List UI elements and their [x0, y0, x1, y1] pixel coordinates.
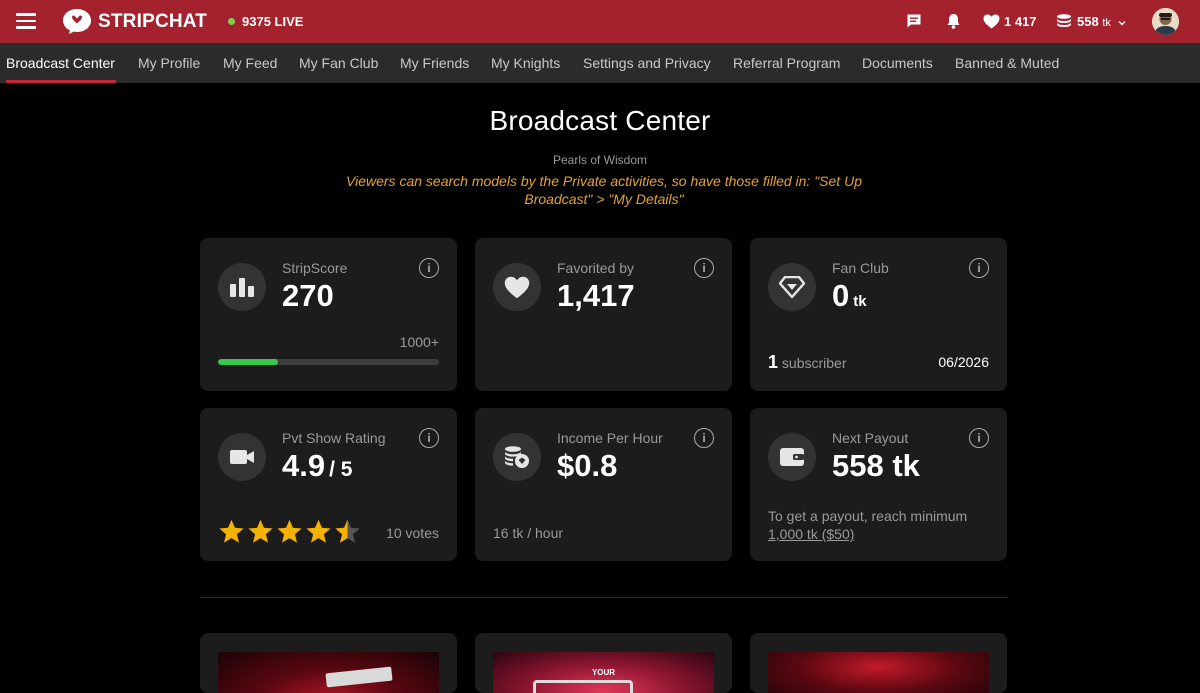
- live-dot-icon: [228, 18, 235, 25]
- avatar-image: [1152, 8, 1179, 35]
- tokens-unit: tk: [1102, 17, 1111, 29]
- video-camera-icon: [218, 433, 266, 481]
- heart-icon: [493, 263, 541, 311]
- promo-image: YOUR: [493, 652, 714, 693]
- fan-club-amount: 0: [832, 278, 850, 313]
- income-value: $0.8: [557, 448, 618, 483]
- stripscore-progress: [218, 359, 439, 365]
- fan-club-subscribers: 1 subscriber: [768, 352, 847, 373]
- stripscore-next-level: 1000+: [399, 334, 439, 350]
- favorited-card: Favorited by 1,417 i: [475, 238, 732, 391]
- tab-my-profile[interactable]: My Profile: [138, 55, 200, 71]
- info-icon[interactable]: i: [969, 258, 989, 278]
- tab-my-fan-club[interactable]: My Fan Club: [299, 55, 378, 71]
- subscriber-count: 1: [768, 352, 779, 372]
- pvt-show-rating-card: Pvt Show Rating 4.9/ 5 i 10 votes: [200, 408, 457, 561]
- logo-icon: [63, 9, 91, 34]
- rating-label: Pvt Show Rating: [282, 430, 386, 446]
- payout-value: 558 tk: [832, 448, 920, 483]
- promo-image: [768, 652, 989, 693]
- rating-votes: 10 votes: [386, 525, 439, 541]
- tab-referral-program[interactable]: Referral Program: [733, 55, 840, 71]
- payout-minimum-link[interactable]: 1,000 tk ($50): [768, 526, 854, 542]
- messages-icon[interactable]: [906, 13, 922, 29]
- fan-club-date: 06/2026: [938, 354, 989, 370]
- stripscore-label: StripScore: [282, 260, 348, 276]
- subscriber-label: subscriber: [781, 355, 847, 371]
- diamond-icon: [768, 263, 816, 311]
- info-icon[interactable]: i: [969, 428, 989, 448]
- wallet-icon: [768, 433, 816, 481]
- income-per-hour-card: Income Per Hour $0.8 i 16 tk / hour: [475, 408, 732, 561]
- favorited-value: 1,417: [557, 278, 635, 313]
- fan-club-label: Fan Club: [832, 260, 889, 276]
- payout-label: Next Payout: [832, 430, 909, 446]
- income-label: Income Per Hour: [557, 430, 663, 446]
- rating-stars: [218, 518, 363, 545]
- tab-settings-and-privacy[interactable]: Settings and Privacy: [583, 55, 711, 71]
- fan-club-card: Fan Club 0 tk i 1 subscriber 06/2026: [750, 238, 1007, 391]
- rating-max: / 5: [329, 458, 353, 481]
- tab-broadcast-center[interactable]: Broadcast Center: [6, 55, 115, 71]
- tokens-balance[interactable]: 558 tk: [1077, 14, 1126, 29]
- half-star-icon: [335, 519, 360, 543]
- page-title: Broadcast Center: [489, 105, 711, 136]
- info-icon[interactable]: i: [419, 258, 439, 278]
- star-icon: [248, 519, 273, 543]
- nav-bar: Broadcast Center My Profile My Feed My F…: [0, 43, 1200, 83]
- logo[interactable]: STRIPCHAT: [62, 8, 207, 35]
- star-icon: [306, 519, 331, 543]
- pearls-of-wisdom-label: Pearls of Wisdom: [552, 153, 648, 167]
- star-icon: [277, 519, 302, 543]
- info-icon[interactable]: i: [694, 428, 714, 448]
- tab-documents[interactable]: Documents: [862, 55, 933, 71]
- promo-card-1[interactable]: [200, 633, 457, 693]
- live-count[interactable]: 9375 LIVE: [228, 14, 303, 29]
- avatar[interactable]: [1152, 8, 1179, 35]
- coins-icon: [493, 433, 541, 481]
- promo-card-3[interactable]: [750, 633, 1007, 693]
- promo-banner-text: YOUR: [591, 668, 616, 677]
- tip-text: Viewers can search models by the Private…: [346, 173, 862, 207]
- active-tab-indicator: [6, 80, 116, 83]
- income-per-hour-tokens: 16 tk / hour: [493, 525, 564, 541]
- fan-club-value: 0 tk: [832, 278, 867, 314]
- bar-chart-icon: [218, 263, 266, 311]
- fan-club-unit: tk: [853, 293, 867, 310]
- promo-image: [218, 652, 439, 693]
- stripscore-value: 270: [282, 278, 334, 313]
- tab-my-feed[interactable]: My Feed: [223, 55, 277, 71]
- tokens-icon: [1057, 14, 1071, 27]
- tokens-value: 558: [1077, 14, 1099, 29]
- stripscore-card: StripScore 270 i 1000+: [200, 238, 457, 391]
- stripscore-progress-fill: [218, 359, 278, 365]
- top-bar: STRIPCHAT 9375 LIVE 1 417 558 tk: [0, 0, 1200, 43]
- brand-name: STRIPCHAT: [98, 10, 208, 32]
- menu-icon[interactable]: [16, 13, 36, 29]
- favorited-label: Favorited by: [557, 260, 635, 276]
- bell-icon[interactable]: [946, 13, 961, 29]
- rating-value: 4.9/ 5: [282, 448, 352, 484]
- tab-my-knights[interactable]: My Knights: [491, 55, 560, 71]
- payout-hint: To get a payout, reach minimum 1,000 tk …: [768, 507, 967, 543]
- tab-banned-muted[interactable]: Banned & Muted: [955, 55, 1059, 71]
- star-icon: [219, 519, 244, 543]
- payout-hint-text: To get a payout, reach minimum: [768, 508, 968, 524]
- favorites-count[interactable]: 1 417: [1004, 14, 1037, 29]
- heart-icon[interactable]: [983, 14, 1000, 29]
- tab-my-friends[interactable]: My Friends: [400, 55, 469, 71]
- live-count-text: 9375 LIVE: [242, 14, 304, 29]
- info-icon[interactable]: i: [694, 258, 714, 278]
- section-divider: [200, 597, 1008, 598]
- promo-card-2[interactable]: YOUR: [475, 633, 732, 693]
- rating-score: 4.9: [282, 448, 326, 483]
- info-icon[interactable]: i: [419, 428, 439, 448]
- next-payout-card: Next Payout 558 tk i To get a payout, re…: [750, 408, 1007, 561]
- chevron-down-icon: [1118, 20, 1126, 26]
